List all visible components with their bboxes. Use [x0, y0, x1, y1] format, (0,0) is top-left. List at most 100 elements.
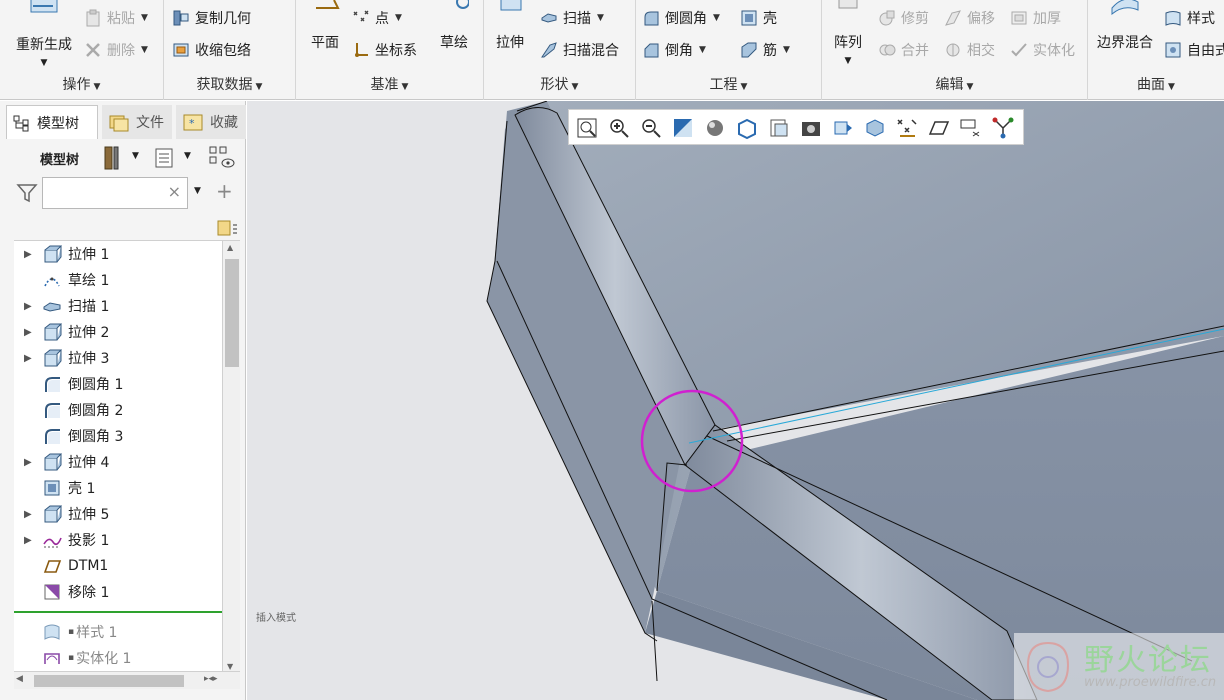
- tree-item-suppressed[interactable]: ▪ 样式 1: [14, 619, 222, 645]
- datum-display-icon[interactable]: [895, 116, 919, 140]
- tree-horizontal-scrollbar[interactable]: ◀ ▸◂▸: [14, 671, 240, 689]
- plane-button[interactable]: 平面: [304, 0, 346, 52]
- display-style-icon[interactable]: [703, 116, 727, 140]
- engineering-group-label[interactable]: 工程 ▼: [636, 74, 821, 94]
- solidify-button[interactable]: 实体化: [1010, 40, 1075, 60]
- tools-icon[interactable]: [102, 145, 124, 171]
- expand-arrow-icon[interactable]: ▶: [24, 301, 38, 312]
- solidify-label: 实体化: [1033, 43, 1075, 59]
- tree-item[interactable]: ▶ 拉伸 1: [14, 241, 222, 267]
- expand-arrow-icon[interactable]: ▶: [24, 327, 38, 338]
- model-3d-view[interactable]: [247, 101, 1224, 700]
- shrinkwrap-button[interactable]: 收缩包络: [172, 40, 251, 60]
- surfaces-group-label[interactable]: 曲面 ▼: [1088, 74, 1224, 94]
- tree-item[interactable]: 壳 1: [14, 475, 222, 501]
- tab-favorites[interactable]: * 收藏: [176, 105, 246, 139]
- rib-button[interactable]: 筋 ▼: [740, 40, 790, 60]
- editing-group-label[interactable]: 编辑 ▼: [822, 74, 1087, 94]
- vertical-scroll-thumb[interactable]: [225, 259, 239, 367]
- trim-button[interactable]: 修剪: [878, 8, 929, 28]
- zoom-in-icon[interactable]: [607, 116, 631, 140]
- show-dropdown-caret[interactable]: ▼: [184, 151, 191, 161]
- tab-files[interactable]: 文件: [102, 105, 172, 139]
- annotation-display-icon[interactable]: [959, 116, 983, 140]
- regenerate-button[interactable]: 重新生成 ▼: [8, 0, 80, 68]
- swept-blend-button[interactable]: 扫描混合: [540, 40, 619, 60]
- expand-arrow-icon[interactable]: ▶: [24, 509, 38, 520]
- paste-button[interactable]: 粘贴 ▼: [84, 8, 148, 28]
- tree-item[interactable]: ▶ 拉伸 2: [14, 319, 222, 345]
- operations-group-label[interactable]: 操作 ▼: [0, 74, 163, 94]
- point-button[interactable]: 点 ▼: [352, 8, 402, 28]
- get-data-group-label[interactable]: 获取数据 ▼: [164, 74, 295, 94]
- tree-item[interactable]: ▶ 拉伸 4: [14, 449, 222, 475]
- sweep-button[interactable]: 扫描 ▼: [540, 8, 604, 28]
- shell-button[interactable]: 壳: [740, 8, 777, 28]
- csys-button[interactable]: 坐标系: [352, 40, 417, 60]
- clear-search-icon[interactable]: ×: [168, 182, 181, 201]
- show-menu-icon[interactable]: [154, 147, 174, 169]
- extrude-button[interactable]: 拉伸: [490, 0, 530, 52]
- scroll-up-arrow[interactable]: ▲: [227, 243, 233, 252]
- delete-button[interactable]: 删除 ▼: [84, 40, 148, 60]
- offset-button[interactable]: 偏移: [944, 8, 995, 28]
- layer-visibility-icon[interactable]: [208, 145, 236, 171]
- tree-item[interactable]: 倒圆角 3: [14, 423, 222, 449]
- tree-item-suppressed[interactable]: ▪ 实体化 1: [14, 645, 222, 671]
- sketch-button[interactable]: 草绘: [434, 0, 474, 52]
- expand-arrow-icon[interactable]: ▶: [24, 535, 38, 546]
- expand-arrow-icon[interactable]: ▶: [24, 457, 38, 468]
- horizontal-scroll-thumb[interactable]: [34, 675, 184, 687]
- graphics-viewport[interactable]: 插入模式 野火论坛 www.proewildfire.cn: [247, 101, 1224, 700]
- section-view-icon[interactable]: [831, 116, 855, 140]
- tree-item[interactable]: DTM1: [14, 553, 222, 579]
- filter-icon[interactable]: [16, 183, 38, 203]
- shapes-group-label[interactable]: 形状 ▼: [484, 74, 635, 94]
- scroll-left-arrow[interactable]: ◀: [16, 674, 23, 684]
- tree-item[interactable]: 倒圆角 2: [14, 397, 222, 423]
- tree-item[interactable]: ▶ 拉伸 3: [14, 345, 222, 371]
- plane-display-icon[interactable]: [927, 116, 951, 140]
- tree-item[interactable]: ▶ 投影 1: [14, 527, 222, 553]
- tree-vertical-scrollbar[interactable]: ▲ ▼: [222, 241, 240, 673]
- boundary-blend-button[interactable]: 边界混合: [1094, 0, 1156, 52]
- tree-columns-icon[interactable]: [216, 219, 238, 239]
- tree-item[interactable]: ▶ 扫描 1: [14, 293, 222, 319]
- tree-item[interactable]: ▶ 拉伸 5: [14, 501, 222, 527]
- datum-group-label[interactable]: 基准 ▼: [296, 74, 483, 94]
- tree-item[interactable]: 草绘 1: [14, 267, 222, 293]
- freestyle-button[interactable]: 自由式: [1164, 40, 1224, 60]
- view-manager-icon[interactable]: [767, 116, 791, 140]
- sweep-icon: [541, 13, 557, 23]
- tools-dropdown-caret[interactable]: ▼: [132, 151, 139, 161]
- pattern-button[interactable]: 阵列 ▼: [828, 0, 868, 66]
- regenerate-dropdown-caret[interactable]: ▼: [8, 58, 80, 68]
- round-button[interactable]: 倒圆角 ▼: [642, 8, 720, 28]
- tree-item[interactable]: 移除 1: [14, 579, 222, 605]
- merge-button[interactable]: 合并: [878, 40, 929, 60]
- expand-arrow-icon[interactable]: ▶: [24, 353, 38, 364]
- spin-center-icon[interactable]: [863, 116, 887, 140]
- tab-model-tree[interactable]: 模型树: [6, 105, 98, 139]
- search-dropdown-caret[interactable]: ▼: [194, 186, 201, 196]
- tree-item[interactable]: 倒圆角 1: [14, 371, 222, 397]
- add-filter-icon[interactable]: +: [216, 179, 233, 203]
- copy-geometry-button[interactable]: 复制几何: [172, 8, 251, 28]
- thicken-button[interactable]: 加厚: [1010, 8, 1061, 28]
- perspective-view-icon[interactable]: [799, 116, 823, 140]
- style-button[interactable]: 样式: [1164, 8, 1215, 28]
- intersect-button[interactable]: 相交: [944, 40, 995, 60]
- expand-arrow-icon[interactable]: ▶: [24, 249, 38, 260]
- search-input[interactable]: ×: [42, 177, 188, 209]
- axis-display-icon[interactable]: [991, 116, 1015, 140]
- style-label: 样式: [1187, 11, 1215, 27]
- insert-here-marker[interactable]: [14, 611, 222, 613]
- chamfer-button[interactable]: 倒角 ▼: [642, 40, 706, 60]
- scroll-down-arrow[interactable]: ▼: [227, 662, 233, 671]
- repaint-icon[interactable]: [671, 116, 695, 140]
- zoom-out-icon[interactable]: [639, 116, 663, 140]
- pattern-dropdown-caret[interactable]: ▼: [828, 56, 868, 66]
- scroll-right-arrow[interactable]: ▸◂▸: [204, 674, 218, 684]
- saved-orientations-icon[interactable]: [735, 116, 759, 140]
- refit-icon[interactable]: [575, 116, 599, 140]
